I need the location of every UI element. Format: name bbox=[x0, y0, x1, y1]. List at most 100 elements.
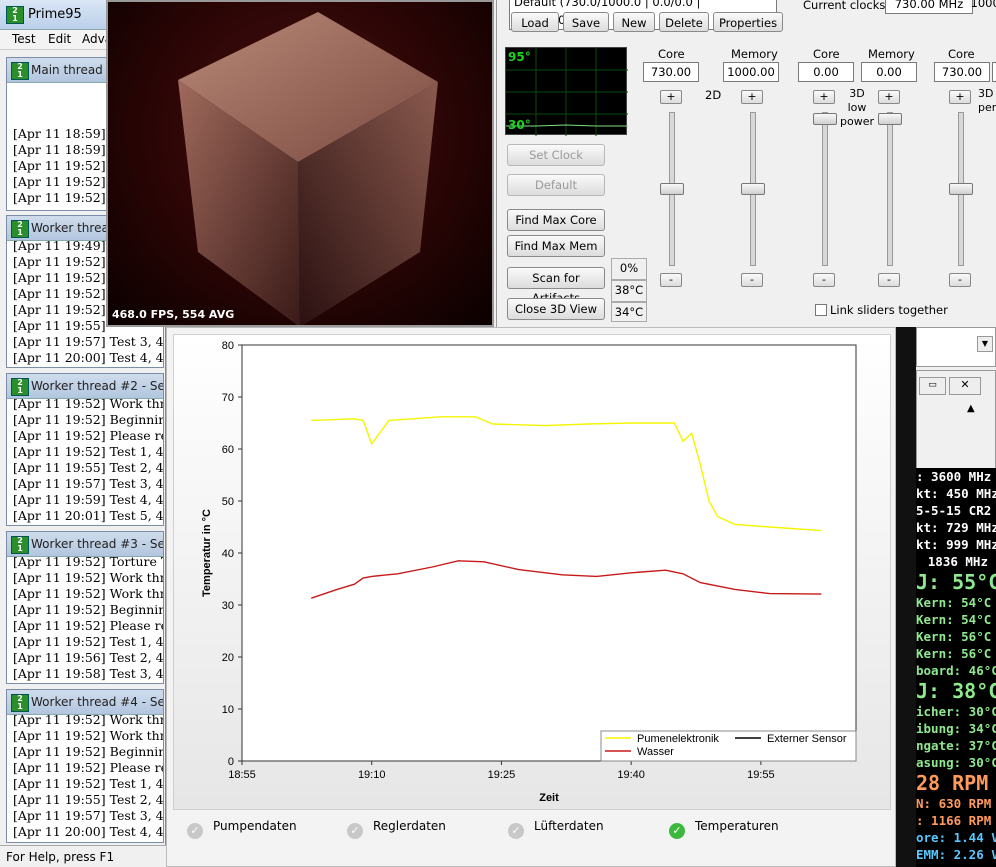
x-tick-label: 19:40 bbox=[617, 769, 645, 781]
window-title: Main thread bbox=[31, 63, 103, 77]
memory-2d-minus-button[interactable]: - bbox=[741, 273, 763, 287]
memory-2d-slider-thumb[interactable] bbox=[741, 183, 765, 195]
log-line: [Apr 11 19:52] Beginnin bbox=[13, 602, 164, 617]
gpu-temp-1: 38°C bbox=[611, 280, 647, 302]
core-2d-minus-button[interactable]: - bbox=[660, 273, 682, 287]
log-line: [Apr 11 20:00] Test 4, 4 bbox=[13, 824, 164, 839]
log-line: [Apr 11 19:58] Test 3, 4 bbox=[13, 666, 164, 681]
core-3d-perf-slider-thumb[interactable] bbox=[949, 183, 973, 195]
core-clock-3d-perf-input[interactable]: 730.00 bbox=[934, 62, 990, 82]
y-tick-label: 0 bbox=[228, 756, 234, 768]
monitor-line: ngate: 37°C bbox=[916, 738, 996, 753]
save-button[interactable]: Save bbox=[563, 12, 609, 32]
furry-cube-3d-view[interactable]: 468.0 FPS, 554 AVG bbox=[106, 0, 494, 327]
gpu-temp-2: 34°C bbox=[611, 302, 647, 322]
memory-3d-low-minus-button[interactable]: - bbox=[878, 273, 900, 287]
temperature-chart-window: 18:55 19:10 19:25 19:40 19:55 0 10 20 30 40 50 60 70… bbox=[166, 327, 896, 867]
monitor-line: ibung: 34°C bbox=[916, 721, 996, 736]
x-tick-label: 19:25 bbox=[488, 769, 516, 781]
core-2d-plus-button[interactable]: + bbox=[660, 90, 682, 104]
right-window-list[interactable]: ▼ bbox=[916, 327, 996, 367]
log-line: [Apr 11 19:57] Test 3, 4 bbox=[13, 334, 164, 349]
log-line: [Apr 11 19:52] Work thr bbox=[13, 570, 164, 585]
menu-edit[interactable]: Edit bbox=[48, 32, 71, 46]
profile-2d-label: 2D bbox=[705, 88, 722, 102]
close-icon[interactable]: ✕ bbox=[949, 377, 981, 395]
close-3d-view-button[interactable]: Close 3D View bbox=[507, 298, 605, 320]
worker-thread-2-window[interactable]: 21 Worker thread #2 - Self-T [Apr 11 19:… bbox=[6, 373, 164, 526]
menu-test[interactable]: Test bbox=[12, 32, 36, 46]
core-3d-perf-minus-button[interactable]: - bbox=[949, 273, 971, 287]
monitor-min-label: 30° bbox=[508, 118, 531, 132]
set-clock-button[interactable]: Set Clock bbox=[507, 144, 605, 166]
worker-thread-3-window[interactable]: 21 Worker thread #3 - Self-T [Apr 11 19:… bbox=[6, 531, 164, 684]
properties-button[interactable]: Properties bbox=[713, 12, 783, 32]
furry-cube-image bbox=[178, 12, 438, 325]
tab-temperaturen[interactable]: ✓ Temperaturen bbox=[669, 819, 779, 839]
core-clock-3d-low-input[interactable]: 0.00 bbox=[798, 62, 854, 82]
x-tick-label: 19:55 bbox=[747, 769, 775, 781]
memory-clock-3d-low-input[interactable]: 0.00 bbox=[861, 62, 917, 82]
delete-button[interactable]: Delete bbox=[659, 12, 709, 32]
monitor-line: kt: 450 MHz bbox=[916, 486, 996, 501]
tab-pumpendaten[interactable]: ✓ Pumpendaten bbox=[187, 819, 297, 839]
memory-3d-low-slider-track[interactable] bbox=[887, 112, 893, 266]
memory-2d-plus-button[interactable]: + bbox=[741, 90, 763, 104]
memory-label-2d: Memory bbox=[731, 47, 778, 61]
load-button[interactable]: Load bbox=[511, 12, 559, 32]
monitor-line: 28 RPM bbox=[916, 771, 989, 795]
core-label-3d-perf: Core bbox=[948, 47, 975, 61]
memory-3d-low-plus-button[interactable]: + bbox=[878, 90, 900, 104]
chart-legend: Pumenelektronik Externer Sensor Wasser bbox=[600, 730, 857, 762]
x-tick-label: 18:55 bbox=[228, 769, 256, 781]
log-line: [Apr 11 19:52] Beginnin bbox=[13, 412, 164, 427]
core-3d-low-minus-button[interactable]: - bbox=[813, 273, 835, 287]
tab-reglerdaten[interactable]: ✓ Reglerdaten bbox=[347, 819, 446, 839]
y-tick-label: 30 bbox=[222, 600, 234, 612]
memory-clock-2d-input[interactable]: 1000.00 bbox=[723, 62, 779, 82]
prime95-logo-icon: 21 bbox=[11, 536, 29, 554]
legend-entry: Wasser bbox=[637, 746, 674, 758]
memory-clock-3d-perf-input[interactable] bbox=[992, 62, 996, 82]
monitor-line: board: 46°C bbox=[916, 663, 996, 678]
log-line: [Apr 11 19:55] Test 2, 4 bbox=[13, 460, 164, 475]
memory-3d-low-slider-thumb[interactable] bbox=[878, 113, 902, 125]
monitor-line: kt: 729 MHz bbox=[916, 520, 996, 535]
hardware-monitor-overlay: : 3600 MHz kt: 450 MHz 5-5-15 CR2 kt: 729 M… bbox=[916, 468, 996, 867]
core-clock-2d-input[interactable]: 730.00 bbox=[643, 62, 699, 82]
temperature-chart: 18:55 19:10 19:25 19:40 19:55 0 10 20 30 40 50 60 70… bbox=[201, 340, 857, 804]
core-3d-perf-plus-button[interactable]: + bbox=[949, 90, 971, 104]
tab-luefterdaten[interactable]: ✓ Lüfterdaten bbox=[508, 819, 604, 839]
monitor-line: J: 55°C bbox=[916, 570, 996, 594]
core-3d-low-slider-thumb[interactable] bbox=[813, 113, 837, 125]
new-button[interactable]: New bbox=[613, 12, 655, 32]
restore-icon[interactable]: ▭ bbox=[919, 377, 946, 395]
window-title: Worker thread bbox=[31, 221, 117, 235]
worker-thread-4-window[interactable]: 21 Worker thread #4 - Self-T [Apr 11 19:… bbox=[6, 689, 164, 843]
log-line: [Apr 11 20:01] Test 5, 4 bbox=[13, 508, 164, 523]
log-line: [Apr 11 19:52] Beginnin bbox=[13, 744, 164, 759]
profile-3d-perf-label: 3D perf bbox=[978, 87, 996, 114]
find-max-mem-button[interactable]: Find Max Mem bbox=[507, 235, 605, 257]
log-line: [Apr 11 19:52] Test 1, 4 bbox=[13, 444, 164, 459]
log-lines: [Apr 11 19:52] Torture T [Apr 11 19:52] … bbox=[13, 554, 163, 682]
plot-area: 18:55 19:10 19:25 19:40 19:55 0 10 20 30 40 50 60 70… bbox=[173, 334, 891, 810]
monitor-line: ore: 1.44 V bbox=[916, 830, 996, 845]
monitor-line: N: 630 RPM bbox=[916, 796, 992, 811]
core-2d-slider-thumb[interactable] bbox=[660, 183, 684, 195]
core-3d-low-plus-button[interactable]: + bbox=[813, 90, 835, 104]
core-3d-low-slider-track[interactable] bbox=[822, 112, 828, 266]
default-button[interactable]: Default bbox=[507, 174, 605, 196]
scan-artifacts-button[interactable]: Scan for Artifacts bbox=[507, 267, 605, 305]
plot-frame bbox=[241, 344, 857, 762]
fps-counter: 468.0 FPS, 554 AVG bbox=[112, 308, 235, 321]
scroll-up-icon[interactable]: ▲ bbox=[967, 403, 975, 414]
find-max-core-button[interactable]: Find Max Core bbox=[507, 209, 605, 231]
y-tick-label: 20 bbox=[222, 652, 234, 664]
prime95-logo-icon: 21 bbox=[11, 220, 29, 238]
scroll-down-icon[interactable]: ▼ bbox=[977, 336, 993, 352]
legend-entry: Pumenelektronik bbox=[637, 733, 719, 745]
monitor-line: EMM: 2.26 V bbox=[916, 847, 996, 862]
tab-label: Lüfterdaten bbox=[534, 819, 604, 833]
link-sliders-checkbox[interactable] bbox=[815, 304, 827, 316]
